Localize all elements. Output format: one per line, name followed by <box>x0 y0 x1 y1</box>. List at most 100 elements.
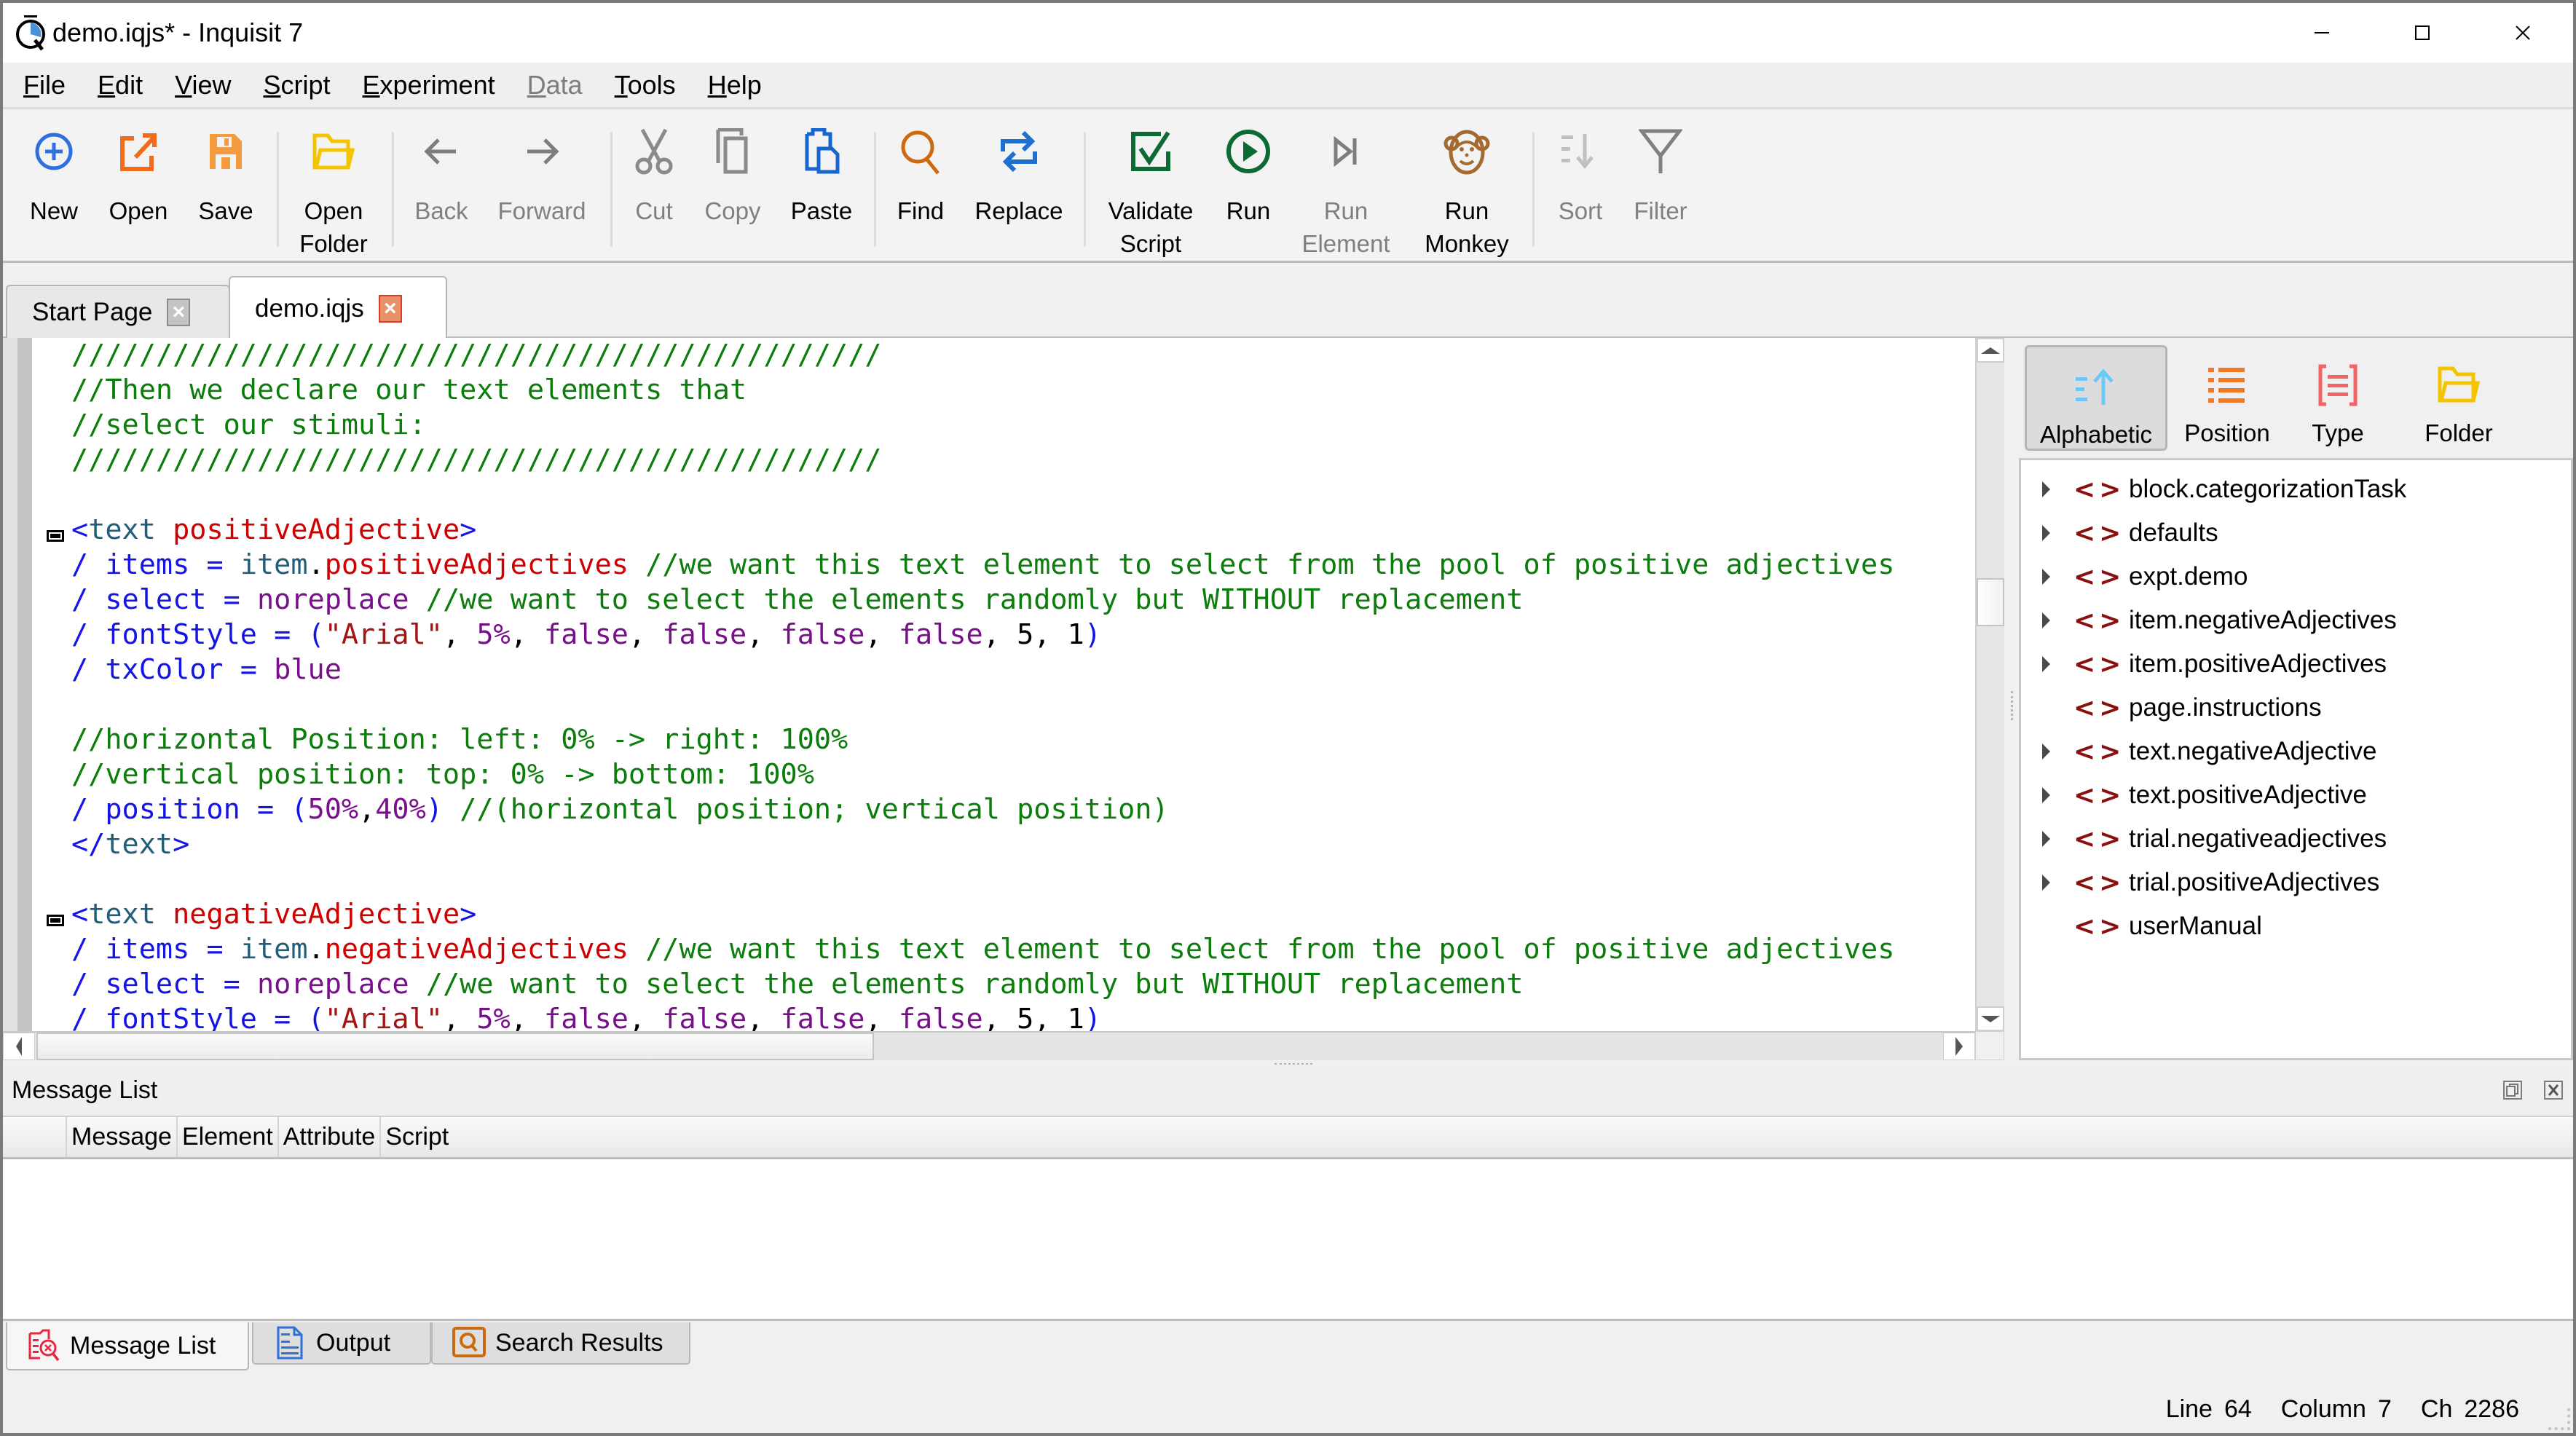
fold-collapse-icon[interactable] <box>47 530 64 542</box>
run-monkey-button[interactable]: Run Monkey <box>1416 126 1518 260</box>
horizontal-scroll-thumb[interactable] <box>36 1033 874 1060</box>
tab-search-results[interactable]: Search Results <box>431 1322 690 1365</box>
expand-arrow-icon[interactable] <box>2042 612 2050 628</box>
code-line[interactable]: </text> <box>71 827 1972 862</box>
close-tab-demo-iqjs-button[interactable]: × <box>378 294 402 323</box>
code-line[interactable]: / select = noreplace //we want to select… <box>71 967 1972 1002</box>
replace-button[interactable]: Replace <box>968 126 1070 227</box>
vertical-scroll-thumb[interactable] <box>1977 578 2004 626</box>
close-tab-start-page-button[interactable]: × <box>167 298 191 326</box>
validate-script-button[interactable]: Validate Script <box>1100 126 1202 260</box>
vertical-splitter-handle[interactable] <box>2011 691 2014 720</box>
code-line[interactable]: //horizontal Position: left: 0% -> right… <box>71 722 1972 757</box>
sort-folder-button[interactable]: Folder <box>2387 345 2530 451</box>
column-header-element[interactable]: Element <box>178 1117 279 1157</box>
code-token: , <box>510 1003 545 1031</box>
code-line[interactable]: / txColor = blue <box>71 652 1972 687</box>
menu-experiment[interactable]: Experiment <box>363 70 495 100</box>
element-tree[interactable]: <> block.categorizationTask <> defaults <> ex… <box>2019 458 2573 1060</box>
code-line[interactable]: / fontStyle = ("Arial", 5%, false, false… <box>71 1002 1972 1031</box>
copy-button[interactable]: Copy <box>682 126 784 227</box>
maximize-button[interactable] <box>2372 3 2473 63</box>
code-line[interactable]: ////////////////////////////////////////… <box>71 443 1972 478</box>
close-panel-button[interactable] <box>2544 1081 2563 1100</box>
resize-grip[interactable] <box>2548 1408 2570 1430</box>
tree-item[interactable]: <> trial.positiveAdjectives <box>2021 861 2571 904</box>
sort-alphabetic-button[interactable]: Alphabetic <box>2025 345 2167 451</box>
float-panel-button[interactable] <box>2503 1081 2522 1100</box>
expand-arrow-icon[interactable] <box>2042 569 2050 585</box>
column-header-message[interactable]: Message <box>67 1117 178 1157</box>
tree-item[interactable]: <> item.negativeAdjectives <box>2021 599 2571 642</box>
tree-item[interactable]: <> item.positiveAdjectives <box>2021 642 2571 686</box>
tab-demo-iqjs[interactable]: demo.iqjs × <box>229 276 447 339</box>
expand-arrow-icon[interactable] <box>2042 787 2050 803</box>
paste-button[interactable]: Paste <box>771 126 873 227</box>
tree-item[interactable]: <> text.positiveAdjective <box>2021 773 2571 817</box>
code-line[interactable]: / items = item.positiveAdjectives //we w… <box>71 548 1972 583</box>
menu-tools[interactable]: Tools <box>615 70 676 100</box>
tree-item[interactable]: <> trial.negativeadjectives <box>2021 817 2571 861</box>
close-window-button[interactable] <box>2473 3 2573 63</box>
document-icon <box>272 1325 307 1360</box>
open-folder-button[interactable]: Open Folder <box>283 126 385 260</box>
menu-file[interactable]: File <box>23 70 66 100</box>
menu-script[interactable]: Script <box>263 70 330 100</box>
tree-item[interactable]: <> defaults <box>2021 511 2571 555</box>
code-area[interactable]: ////////////////////////////////////////… <box>71 338 1972 1031</box>
tab-message-list[interactable]: Message List <box>6 1322 249 1370</box>
scroll-left-button[interactable] <box>3 1033 35 1060</box>
expand-arrow-icon[interactable] <box>2042 656 2050 672</box>
code-line[interactable]: / select = noreplace //we want to select… <box>71 583 1972 618</box>
menu-help[interactable]: Help <box>708 70 762 100</box>
filter-button[interactable]: Filter <box>1610 126 1712 227</box>
code-line[interactable] <box>71 862 1972 897</box>
tree-item[interactable]: <> page.instructions <box>2021 686 2571 730</box>
fold-collapse-icon[interactable] <box>47 915 64 926</box>
sort-icon <box>1555 126 1606 177</box>
tree-item[interactable]: <> text.negativeAdjective <box>2021 730 2571 773</box>
column-header-blank[interactable] <box>3 1117 67 1157</box>
minimize-button[interactable] <box>2272 3 2372 63</box>
menu-view[interactable]: View <box>175 70 231 100</box>
script-editor[interactable]: ////////////////////////////////////////… <box>3 338 2004 1060</box>
tab-start-page[interactable]: Start Page × <box>6 285 230 338</box>
open-button[interactable]: Open <box>87 126 189 227</box>
code-line[interactable]: //Then we declare our text elements that <box>71 373 1972 408</box>
code-line[interactable]: //select our stimuli: <box>71 408 1972 443</box>
scroll-right-button[interactable] <box>1943 1033 1975 1060</box>
code-line[interactable]: //vertical position: top: 0% -> bottom: … <box>71 757 1972 792</box>
code-line[interactable]: ////////////////////////////////////////… <box>71 338 1972 373</box>
run-element-button[interactable]: Run Element <box>1295 126 1397 260</box>
code-line[interactable]: <text negativeAdjective> <box>71 897 1972 932</box>
run-button[interactable]: Run <box>1197 126 1299 227</box>
column-header-script[interactable]: Script <box>381 1117 453 1157</box>
expand-arrow-icon[interactable] <box>2042 481 2050 497</box>
back-button[interactable]: Back <box>390 126 492 227</box>
save-button[interactable]: Save <box>175 126 277 227</box>
expand-arrow-icon[interactable] <box>2042 525 2050 541</box>
expand-arrow-icon[interactable] <box>2042 875 2050 891</box>
code-line[interactable]: / position = (50%,40%) //(horizontal pos… <box>71 792 1972 827</box>
forward-button[interactable]: Forward <box>491 126 593 227</box>
code-line[interactable]: <text positiveAdjective> <box>71 513 1972 548</box>
editor-horizontal-scrollbar[interactable] <box>3 1031 1975 1060</box>
find-button[interactable]: Find <box>870 126 972 227</box>
menu-data[interactable]: Data <box>527 70 583 100</box>
code-line[interactable] <box>71 687 1972 722</box>
editor-vertical-scrollbar[interactable] <box>1975 338 2004 1031</box>
tree-item[interactable]: <> userManual <box>2021 904 2571 948</box>
column-header-attribute[interactable]: Attribute <box>279 1117 382 1157</box>
tree-item[interactable]: <> block.categorizationTask <box>2021 468 2571 511</box>
expand-arrow-icon[interactable] <box>2042 831 2050 847</box>
code-line[interactable]: / items = item.negativeAdjectives //we w… <box>71 932 1972 967</box>
message-list-body[interactable] <box>3 1159 2573 1321</box>
menu-edit[interactable]: Edit <box>98 70 143 100</box>
code-line[interactable] <box>71 478 1972 513</box>
scroll-up-button[interactable] <box>1977 338 2004 363</box>
tree-item[interactable]: <> expt.demo <box>2021 555 2571 599</box>
code-line[interactable]: / fontStyle = ("Arial", 5%, false, false… <box>71 618 1972 652</box>
scroll-down-button[interactable] <box>1977 1006 2004 1031</box>
expand-arrow-icon[interactable] <box>2042 743 2050 760</box>
tab-output[interactable]: Output <box>252 1322 431 1365</box>
